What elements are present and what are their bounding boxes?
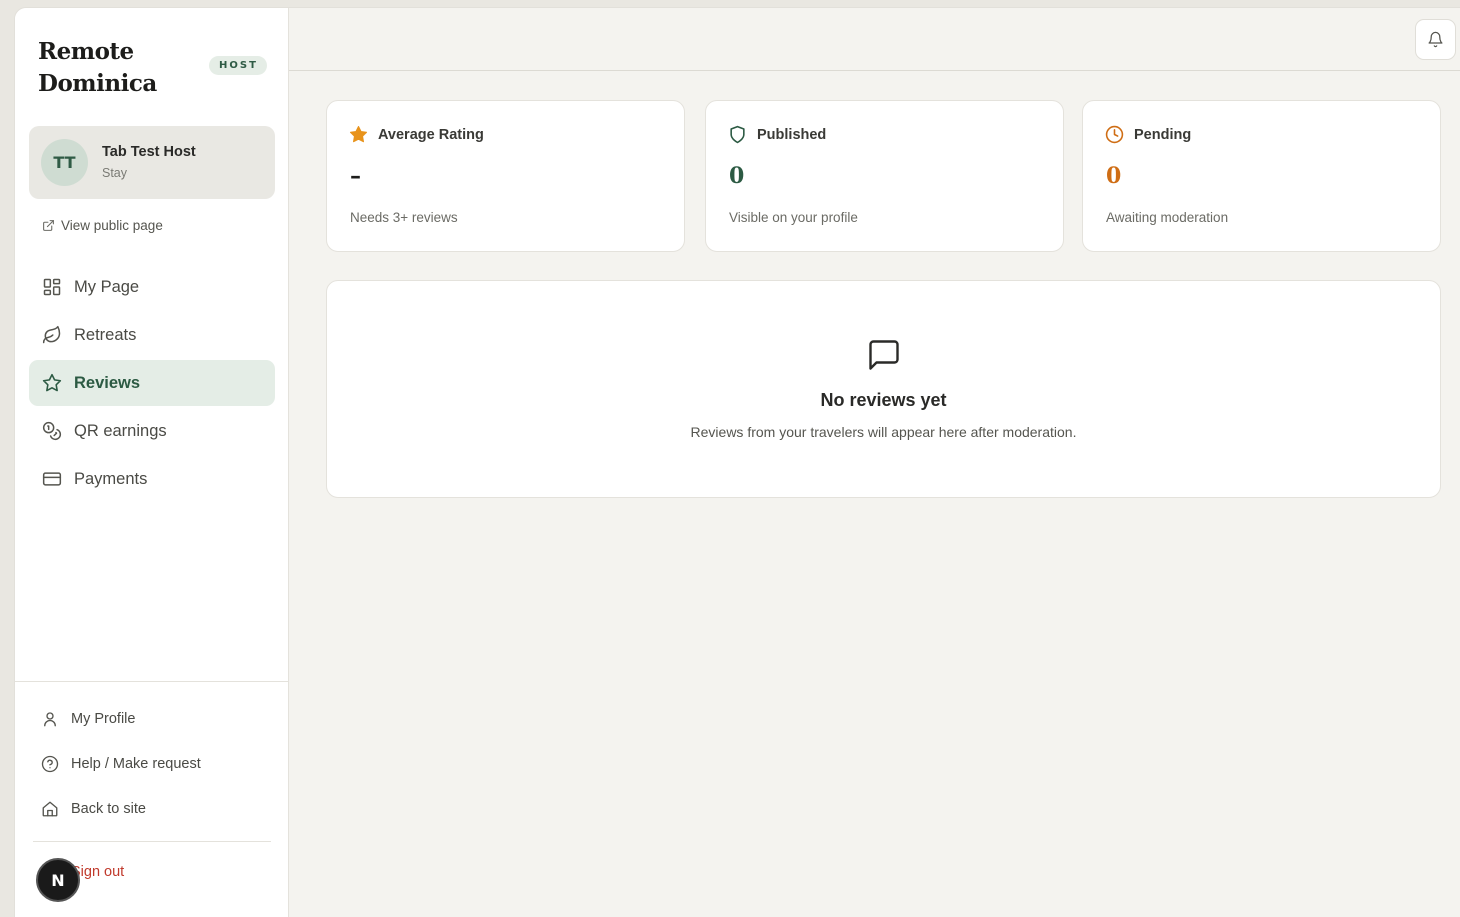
brand-logo[interactable]: Remote Dominica <box>38 36 157 100</box>
stat-title: Pending <box>1134 126 1192 143</box>
sidebar-item-qr-earnings[interactable]: QR earnings <box>29 408 275 454</box>
avatar: TT <box>41 139 88 186</box>
stat-header: Published <box>728 125 826 144</box>
stat-card-pending: Pending 0 Awaiting moderation <box>1082 100 1441 252</box>
sidebar-nav: My Page Retreats Reviews QR earnings Pay… <box>29 264 275 504</box>
stat-card-average-rating: Average Rating – Needs 3+ reviews <box>326 100 685 252</box>
stat-card-published: Published 0 Visible on your profile <box>705 100 1064 252</box>
empty-state-title: No reviews yet <box>820 390 947 410</box>
leaf-icon <box>42 325 61 344</box>
user-icon <box>44 711 56 726</box>
host-badge: HOST <box>209 56 267 75</box>
sidebar-item-label: My Profile <box>71 710 136 727</box>
sidebar-item-payments[interactable]: Payments <box>29 456 275 502</box>
grid-icon <box>43 278 61 296</box>
message-square-icon <box>869 340 899 370</box>
sidebar-item-help[interactable]: Help / Make request <box>41 741 201 786</box>
sidebar-item-label: Help / Make request <box>71 755 201 772</box>
sidebar-item-my-profile[interactable]: My Profile <box>41 696 201 741</box>
stat-subtitle: Awaiting moderation <box>1106 210 1229 225</box>
stat-value: 0 <box>729 163 745 189</box>
reviews-empty-state: No reviews yet Reviews from your travele… <box>326 280 1441 498</box>
brand-line-1: Remote <box>38 38 134 65</box>
stat-subtitle: Visible on your profile <box>729 210 858 225</box>
sidebar-item-label: My Page <box>74 277 140 296</box>
home-icon <box>42 801 58 816</box>
star-icon <box>42 373 62 392</box>
sidebar-item-label: QR earnings <box>74 421 167 440</box>
user-role: Stay <box>102 166 128 180</box>
sidebar-item-label: Back to site <box>71 800 146 817</box>
stat-value: – <box>350 163 361 189</box>
sidebar-item-reviews[interactable]: Reviews <box>29 360 275 406</box>
user-card[interactable]: TT Tab Test Host Stay <box>29 126 275 199</box>
coins-icon <box>42 421 62 441</box>
sidebar-item-label: Reviews <box>74 373 141 392</box>
external-link-icon <box>43 220 54 231</box>
sidebar-item-label: Payments <box>74 469 148 488</box>
sidebar-item-my-page[interactable]: My Page <box>29 264 275 310</box>
app-frame: Remote Dominica HOST TT Tab Test Host St… <box>14 7 1460 917</box>
stat-title: Average Rating <box>378 126 484 143</box>
bell-icon <box>1428 31 1443 48</box>
sidebar-item-label: Retreats <box>74 325 137 344</box>
user-name: Tab Test Host <box>102 144 196 160</box>
credit-card-icon <box>42 472 62 486</box>
sidebar-divider <box>15 681 289 682</box>
help-circle-icon <box>41 755 59 772</box>
dev-tools-badge[interactable]: N <box>36 858 80 902</box>
bottom-divider <box>33 841 271 842</box>
top-bar <box>289 8 1460 71</box>
sidebar-item-back-to-site[interactable]: Back to site <box>41 786 201 831</box>
stat-header: Average Rating <box>349 125 484 144</box>
sidebar-bottom-nav: My Profile Help / Make request Back to s… <box>41 696 201 831</box>
stat-value: 0 <box>1106 163 1122 189</box>
shield-icon <box>730 125 745 144</box>
sidebar: Remote Dominica HOST TT Tab Test Host St… <box>15 8 289 917</box>
stat-header: Pending <box>1105 125 1191 144</box>
stat-title: Published <box>757 126 827 143</box>
star-filled-icon <box>349 125 368 143</box>
view-public-page-label: View public page <box>61 218 163 233</box>
view-public-page-link[interactable]: View public page <box>42 218 163 233</box>
notifications-button[interactable] <box>1415 19 1456 60</box>
clock-icon <box>1105 125 1124 144</box>
brand-line-2: Dominica <box>38 70 157 97</box>
empty-state-subtitle: Reviews from your travelers will appear … <box>690 424 1077 440</box>
sidebar-item-retreats[interactable]: Retreats <box>29 312 275 358</box>
stat-subtitle: Needs 3+ reviews <box>350 210 458 225</box>
